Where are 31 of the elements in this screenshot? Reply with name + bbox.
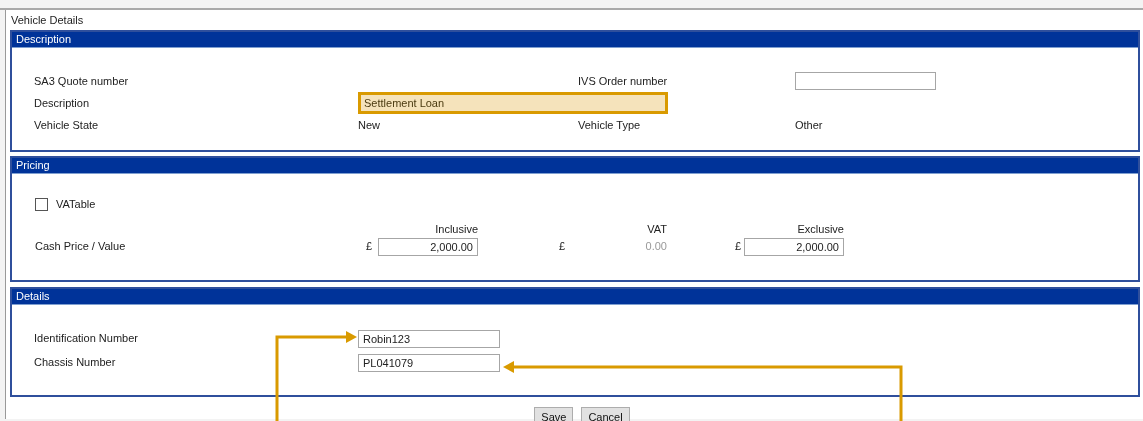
currency-symbol: £ — [559, 240, 566, 253]
input-field[interactable]: Robin123 — [358, 329, 500, 348]
input-field[interactable]: Settlement Loan — [358, 92, 668, 114]
input-field[interactable] — [795, 72, 936, 90]
save-button[interactable]: Save — [534, 406, 574, 421]
field-label: Chassis Number — [34, 356, 116, 369]
input-field[interactable]: PL041079 — [358, 353, 500, 372]
field-label: Cash Price / Value — [35, 240, 126, 253]
currency-symbol: £ — [366, 240, 373, 253]
field-label: Vehicle Type — [578, 118, 641, 131]
section-header: Details — [12, 288, 1138, 305]
field-label: IVS Order number — [578, 74, 668, 87]
field-value: 0.00 — [645, 240, 667, 253]
input-field[interactable]: 2,000.00 — [378, 237, 478, 256]
checkbox[interactable] — [35, 197, 48, 211]
field-label: Description — [34, 96, 90, 109]
column-header: Exclusive — [797, 222, 844, 235]
cancel-button[interactable]: Cancel — [581, 406, 630, 421]
currency-symbol: £ — [735, 240, 742, 253]
field-label: SA3 Quote number — [34, 74, 129, 87]
column-header: VAT — [647, 222, 667, 235]
field-value: Other — [795, 118, 823, 131]
checkbox-label: VATable — [56, 197, 96, 212]
section-header: Description — [12, 32, 1138, 48]
field-label: Identification Number — [34, 332, 138, 345]
column-header: Inclusive — [435, 222, 478, 235]
field-label: Vehicle State — [34, 118, 99, 131]
section-header: Pricing — [12, 158, 1138, 174]
field-value: New — [358, 118, 380, 131]
input-field[interactable]: 2,000.00 — [744, 237, 844, 256]
window-title: Vehicle Details — [10, 13, 85, 27]
